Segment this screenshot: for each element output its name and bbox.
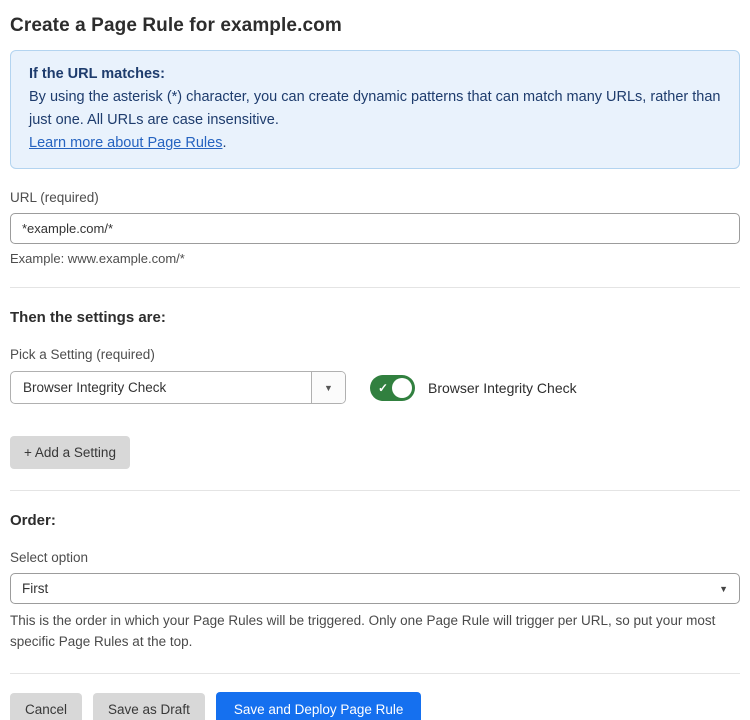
chevron-down-icon[interactable]: ▼ (311, 372, 345, 403)
order-helper-text: This is the order in which your Page Rul… (10, 610, 740, 652)
setting-select[interactable]: Browser Integrity Check ▼ (10, 371, 346, 404)
toggle-knob (392, 378, 412, 398)
footer-actions: Cancel Save as Draft Save and Deploy Pag… (10, 692, 740, 720)
url-field-label: URL (required) (10, 190, 740, 205)
order-select-value: First (22, 581, 719, 596)
page-title: Create a Page Rule for example.com (10, 15, 740, 37)
save-and-deploy-button[interactable]: Save and Deploy Page Rule (216, 692, 422, 720)
info-box-heading: If the URL matches: (29, 63, 721, 86)
setting-select-value: Browser Integrity Check (11, 372, 311, 403)
page-rule-form: Create a Page Rule for example.com If th… (0, 15, 750, 720)
divider (10, 673, 740, 674)
learn-more-link[interactable]: Learn more about Page Rules (29, 135, 222, 151)
divider (10, 490, 740, 491)
settings-section-heading: Then the settings are: (10, 309, 740, 326)
cancel-button[interactable]: Cancel (10, 693, 82, 720)
add-setting-button[interactable]: + Add a Setting (10, 436, 130, 469)
url-match-info-box: If the URL matches: By using the asteris… (10, 50, 740, 169)
setting-row: Browser Integrity Check ▼ ✓ Browser Inte… (10, 371, 740, 404)
save-as-draft-button[interactable]: Save as Draft (93, 693, 205, 720)
order-section-heading: Order: (10, 512, 740, 529)
order-select-label: Select option (10, 550, 740, 565)
info-box-body: By using the asterisk (*) character, you… (29, 86, 721, 155)
url-input[interactable] (10, 213, 740, 244)
url-example-helper: Example: www.example.com/* (10, 251, 740, 266)
toggle-label: Browser Integrity Check (428, 380, 577, 396)
chevron-down-icon: ▼ (719, 584, 728, 594)
link-period: . (222, 135, 226, 151)
check-icon: ✓ (378, 382, 388, 394)
setting-toggle[interactable]: ✓ (370, 375, 415, 401)
pick-setting-label: Pick a Setting (required) (10, 347, 740, 362)
order-select[interactable]: First ▼ (10, 573, 740, 604)
divider (10, 287, 740, 288)
